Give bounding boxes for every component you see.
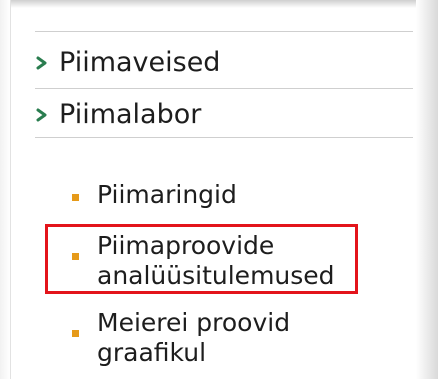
chevron-right-icon xyxy=(35,43,59,83)
highlight-box xyxy=(45,224,358,294)
submenu-item-label: Meierei proovid graafikul xyxy=(97,308,290,368)
submenu-label-line1: Piimaringid xyxy=(97,180,237,209)
menu-item-piimaveised[interactable]: Piimaveised xyxy=(35,43,405,83)
menu-separator xyxy=(35,137,413,138)
menu-item-label: Piimalabor xyxy=(59,99,202,130)
side-menu-panel: Piimaveised Piimalabor Piimaringid Piima… xyxy=(0,0,438,379)
submenu-item-piimaringid[interactable]: Piimaringid xyxy=(72,180,382,210)
panel-top-shadow xyxy=(0,0,438,8)
panel-left-border xyxy=(0,0,11,379)
submenu-label-line1: Meierei proovid xyxy=(97,308,291,337)
panel-right-shadow xyxy=(416,0,438,379)
menu-item-label: Piimaveised xyxy=(59,47,221,78)
chevron-right-icon xyxy=(35,95,59,135)
square-bullet-icon xyxy=(72,194,79,201)
submenu-label-line2: graafikul xyxy=(97,338,207,367)
menu-separator xyxy=(35,31,413,32)
submenu-item-meierei-proovid-graafikul[interactable]: Meierei proovid graafikul xyxy=(72,308,382,368)
menu-item-piimalabor[interactable]: Piimalabor xyxy=(35,95,405,135)
square-bullet-icon xyxy=(72,330,79,337)
menu-separator xyxy=(35,88,413,89)
submenu-item-label: Piimaringid xyxy=(97,180,237,210)
